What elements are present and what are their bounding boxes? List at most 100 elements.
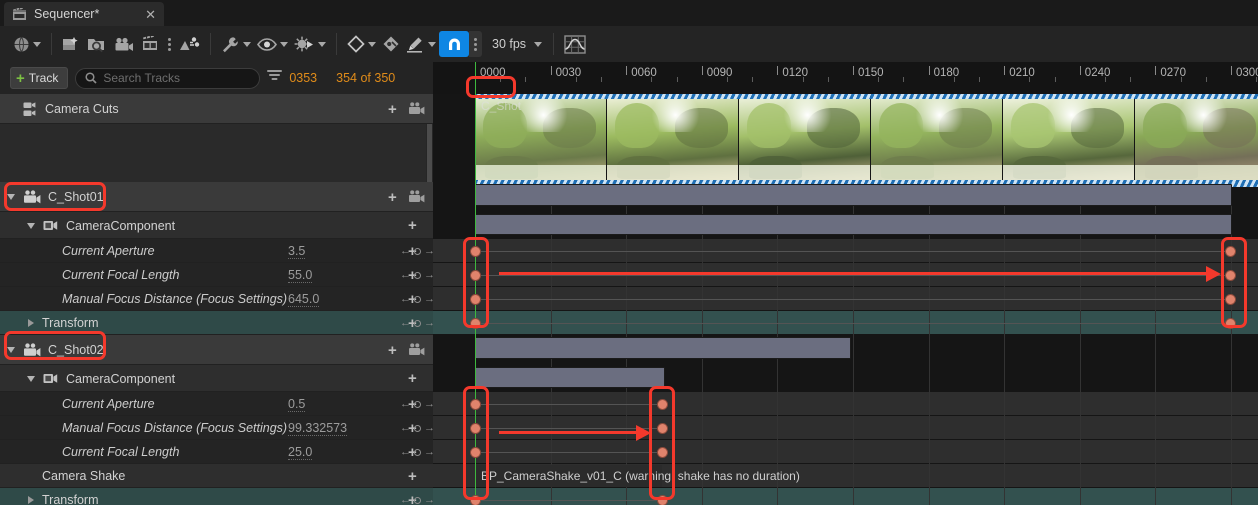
outliner-row-value[interactable]: 99.332573 [288,421,348,436]
curve-editor-icon[interactable] [561,31,589,57]
add-key-button[interactable]: + [408,469,417,484]
eye-icon[interactable] [254,31,291,57]
outliner-row-manual-focus-distance-02[interactable]: Manual Focus Distance (Focus Settings) 99… [0,416,435,440]
outliner-row-current-focal-length-01[interactable]: Current Focal Length 55.0 + ← → [0,263,435,287]
keyframe-shot02-end[interactable] [656,446,668,458]
camera-lock-icon[interactable] [408,343,426,357]
keyframe-shot02-start[interactable] [469,398,481,410]
close-icon[interactable]: ✕ [145,8,156,21]
outliner-row-camera-component-01[interactable]: CameraComponent + [0,212,433,239]
chevron-down-icon[interactable] [24,222,38,229]
outliner-row-camera-shake[interactable]: Camera Shake + [0,464,433,488]
current-frame-display[interactable]: 0353 [289,71,317,85]
chevron-right-icon[interactable] [24,496,38,504]
fps-dropdown[interactable]: 30 fps [482,31,546,57]
outliner-row-camera-component-02[interactable]: CameraComponent + [0,365,433,392]
outliner-row-manual-focus-distance-01[interactable]: Manual Focus Distance (Focus Settings) 64… [0,287,435,311]
prev-key-icon[interactable]: ← [400,446,411,458]
outliner-row-current-aperture-01[interactable]: Current Aperture 3.5 + ← → [0,239,435,263]
keyframe-navigation[interactable]: ← → [400,293,435,305]
tab-sequencer[interactable]: Sequencer* ✕ [4,2,164,26]
take-recorder-icon[interactable] [138,31,163,57]
chevron-down-icon[interactable] [24,375,38,382]
outliner-row-value[interactable]: 3.5 [288,244,306,259]
chevron-right-icon[interactable] [24,319,38,327]
keyframe-icon[interactable] [344,31,379,57]
set-key-icon[interactable] [414,271,421,279]
keyframe-shot01-end[interactable] [1224,245,1236,257]
wrench-icon[interactable] [218,31,254,57]
outliner-row-value[interactable]: 645.0 [288,292,320,307]
playhead-ruler[interactable] [475,62,476,94]
add-key-button[interactable]: + [408,371,417,386]
keyframe-shot01-start[interactable] [469,269,481,281]
open-sequence-icon[interactable] [84,31,111,57]
keyframe-navigation[interactable]: ← → [400,245,435,257]
outliner-row-camera-cuts[interactable]: Camera Cuts + [0,94,433,124]
section-bar-camera-component-02[interactable] [475,367,665,388]
set-key-icon[interactable] [414,400,421,408]
chevron-down-icon[interactable] [4,194,18,200]
keyframe-shot02-start[interactable] [469,422,481,434]
filter-icon[interactable] [267,69,283,87]
prev-key-icon[interactable]: ← [400,317,411,329]
chevron-down-icon[interactable] [4,347,18,353]
keyframe-navigation[interactable]: ← → [400,398,435,410]
add-key-button[interactable]: + [388,190,397,205]
keyframe-navigation[interactable]: ← → [400,422,435,434]
keyframe-shot01-end[interactable] [1224,317,1236,329]
add-key-button[interactable]: + [408,218,417,233]
keyframe-shot01-start[interactable] [469,293,481,305]
outliner-row-current-focal-length-02[interactable]: Current Focal Length 25.0 + ← → [0,440,435,464]
magnet-snap-icon[interactable] [439,31,469,57]
outliner-row-value[interactable]: 0.5 [288,397,306,412]
timeline-ruler[interactable]: 0000 0030 0060 0090 0120 0150 0180 0210 0240 0270… [433,62,1258,94]
actions-icon[interactable] [176,31,203,57]
keyframe-shot02-end[interactable] [656,494,668,505]
outliner-row-current-aperture-02[interactable]: Current Aperture 0.5 + ← → [0,392,435,416]
playback-options-icon[interactable] [291,31,329,57]
add-key-button[interactable]: + [388,102,397,117]
pencil-icon[interactable] [403,31,439,57]
add-key-button[interactable]: + [388,343,397,358]
set-key-icon[interactable] [414,319,421,327]
prev-key-icon[interactable]: ← [400,422,411,434]
keyframe-navigation[interactable]: ← → [400,446,435,458]
search-input[interactable] [103,71,239,85]
camera-lock-icon[interactable] [408,190,426,204]
overflow-dots-icon[interactable] [163,37,176,51]
keyframe-navigation[interactable]: ← → [400,494,435,505]
keyframe-shot02-end[interactable] [656,422,668,434]
camera-cuts-filmstrip[interactable]: C_Shot [475,96,1258,182]
prev-key-icon[interactable]: ← [400,398,411,410]
keyframe-navigation[interactable]: ← → [400,269,435,281]
section-bar-c-shot02[interactable] [475,337,851,359]
keyframe-filled-icon[interactable] [379,31,403,57]
outliner-row-transform-02[interactable]: Transform + ← → [0,488,435,505]
keyframe-shot02-end[interactable] [656,398,668,410]
set-key-icon[interactable] [414,424,421,432]
camera-icon[interactable] [111,31,138,57]
set-key-icon[interactable] [414,295,421,303]
add-track-button[interactable]: + Track [10,67,69,89]
search-tracks-box[interactable] [75,67,261,89]
snap-options-dots-icon[interactable] [469,31,482,57]
outliner-row-value[interactable]: 25.0 [288,445,313,460]
camera-lock-icon[interactable] [408,102,426,116]
prev-key-icon[interactable]: ← [400,245,411,257]
prev-key-icon[interactable]: ← [400,293,411,305]
keyframe-shot01-start[interactable] [469,245,481,257]
set-key-icon[interactable] [414,496,421,504]
outliner-row-c-shot02[interactable]: C_Shot02 + [0,335,433,365]
timeline-row[interactable] [433,488,1258,505]
keyframe-navigation[interactable]: ← → [400,317,435,329]
timeline-tracks[interactable]: C_Shot BP_CameraShake_v01_C (warning: sha… [433,94,1258,505]
set-key-icon[interactable] [414,247,421,255]
create-camera-icon[interactable] [59,31,84,57]
keyframe-shot01-end[interactable] [1224,293,1236,305]
outliner-row-c-shot01[interactable]: C_Shot01 + [0,182,433,212]
keyframe-shot01-start[interactable] [469,317,481,329]
keyframe-shot02-start[interactable] [469,446,481,458]
section-bar-c-shot01[interactable] [475,184,1232,206]
outliner-row-transform-01[interactable]: Transform + ← → [0,311,435,335]
